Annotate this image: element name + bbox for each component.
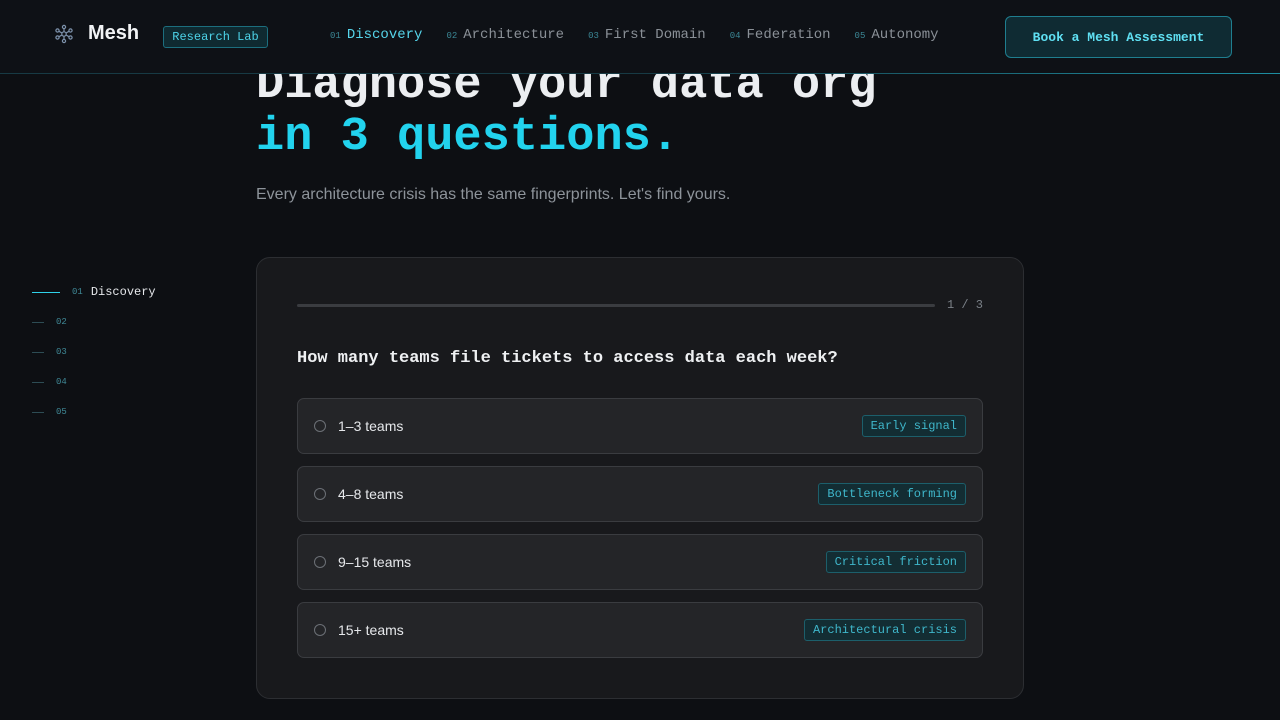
nav-item-label: Architecture <box>463 27 565 43</box>
step-rail: 01 Discovery 02 03 04 05 <box>32 280 156 430</box>
rail-indicator <box>32 381 44 383</box>
brand[interactable]: Mesh <box>54 22 139 45</box>
radio-button-icon <box>314 420 326 432</box>
rail-step-number: 05 <box>56 407 67 417</box>
answer-options: 1–3 teams Early signal 4–8 teams Bottlen… <box>297 398 983 670</box>
rail-step-number: 02 <box>56 317 67 327</box>
nav-item-label: Discovery <box>346 27 423 43</box>
nav-item-first-domain[interactable]: 03 First Domain <box>588 27 706 43</box>
book-assessment-button[interactable]: Book a Mesh Assessment <box>1005 16 1232 58</box>
radio-button-icon <box>314 556 326 568</box>
quiz-card: 1 / 3 How many teams file tickets to acc… <box>256 257 1024 699</box>
nav-item-architecture[interactable]: 02 Architecture <box>446 27 564 43</box>
rail-step-number: 04 <box>56 377 67 387</box>
nav-item-federation[interactable]: 04 Federation <box>730 27 831 43</box>
nav-item-number: 01 <box>330 31 341 41</box>
nav-item-label: First Domain <box>604 27 706 43</box>
rail-step-5[interactable]: 05 <box>32 394 156 430</box>
answer-option[interactable]: 15+ teams Architectural crisis <box>297 602 983 658</box>
research-lab-badge: Research Lab <box>163 26 268 48</box>
quiz-question: How many teams file tickets to access da… <box>297 349 838 368</box>
quiz-progress-text: 1 / 3 <box>947 298 984 312</box>
answer-label: 4–8 teams <box>338 486 404 502</box>
section-nav: 01 Discovery 02 Architecture 03 First Do… <box>330 27 963 43</box>
answer-label: 1–3 teams <box>338 418 404 434</box>
rail-indicator <box>32 291 60 293</box>
brand-name: Mesh <box>88 22 140 44</box>
title-line-2: in 3 questions. <box>256 111 680 164</box>
nav-item-number: 04 <box>729 31 741 41</box>
answer-severity-tag: Architectural crisis <box>803 619 966 641</box>
answer-severity-tag: Critical friction <box>825 551 966 573</box>
answer-severity-tag: Early signal <box>861 415 966 437</box>
top-navigation-bar: Mesh Research Lab 01 Discovery 02 Archit… <box>0 0 1280 74</box>
answer-severity-tag: Bottleneck forming <box>818 483 966 505</box>
answer-option[interactable]: 9–15 teams Critical friction <box>297 534 983 590</box>
nav-item-autonomy[interactable]: 05 Autonomy <box>855 27 939 43</box>
rail-step-number: 01 <box>72 287 83 297</box>
radio-button-icon <box>314 488 326 500</box>
nav-item-label: Autonomy <box>871 27 939 43</box>
nav-item-discovery[interactable]: 01 Discovery <box>330 27 422 43</box>
rail-indicator <box>32 321 44 323</box>
answer-label: 9–15 teams <box>338 554 412 570</box>
answer-label: 15+ teams <box>338 622 404 638</box>
rail-indicator <box>32 351 44 353</box>
radio-button-icon <box>314 624 326 636</box>
page-title: Diagnose your data org in 3 questions. <box>256 60 877 164</box>
nav-item-number: 05 <box>854 31 866 41</box>
mesh-network-icon <box>55 24 73 43</box>
nav-item-label: Federation <box>746 27 831 43</box>
answer-option[interactable]: 1–3 teams Early signal <box>297 398 983 454</box>
quiz-progress-bar <box>297 304 935 307</box>
rail-indicator <box>32 411 44 413</box>
answer-option[interactable]: 4–8 teams Bottleneck forming <box>297 466 983 522</box>
page-subtitle: Every architecture crisis has the same f… <box>256 186 731 203</box>
rail-step-label: Discovery <box>90 285 156 299</box>
rail-step-number: 03 <box>56 347 67 357</box>
nav-item-number: 02 <box>446 31 458 41</box>
nav-item-number: 03 <box>588 31 599 41</box>
